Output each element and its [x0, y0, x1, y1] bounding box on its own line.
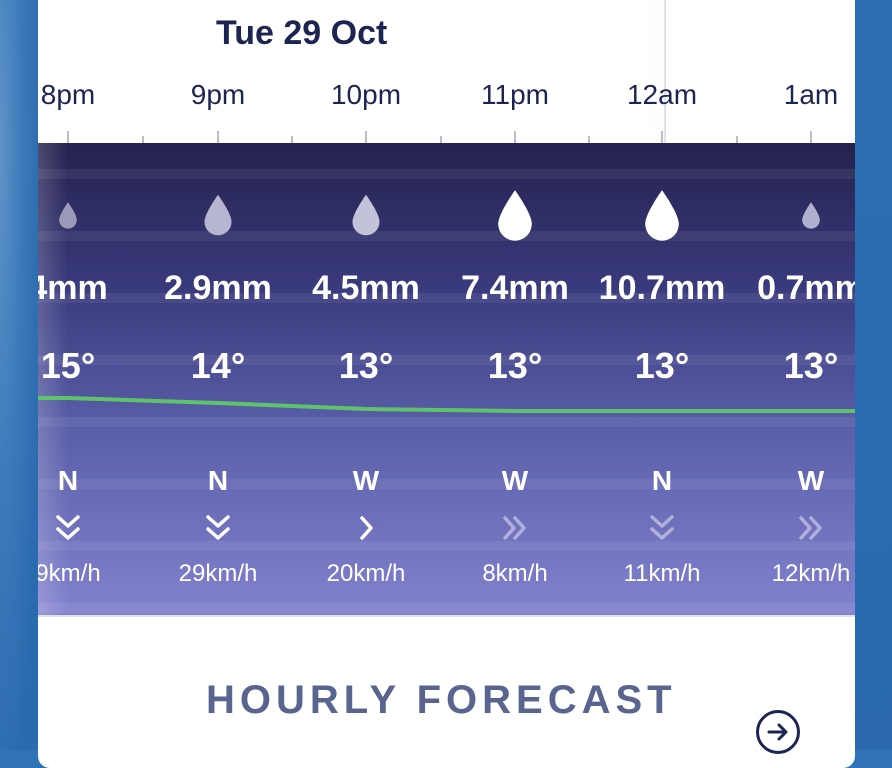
- temperature-value: 15°: [40, 345, 96, 386]
- wind-direction: W: [501, 465, 529, 496]
- time-label: 1am: [783, 79, 839, 110]
- time-label: 11pm: [481, 79, 549, 110]
- raindrop-icon: [349, 193, 383, 242]
- time-label: 9pm: [190, 79, 246, 110]
- wind-speed: 11km/h: [623, 560, 701, 587]
- chevron-down-icon: [204, 513, 232, 548]
- raindrop-icon: [800, 201, 822, 235]
- current-time-indicator: [664, 0, 666, 143]
- raindrop-icon: [201, 193, 235, 242]
- temperature-value: 13°: [634, 345, 690, 386]
- precipitation-amount: 2.9mm: [164, 269, 272, 307]
- precipitation-amount: 10.7mm: [598, 269, 726, 307]
- temperature-value: 13°: [338, 345, 394, 386]
- temperature-value: 14°: [190, 345, 246, 386]
- forecast-card: Tue 29 Oct 8pm 9pm 10pm 11pm 12am 1am 4mm 15° N…: [38, 0, 855, 768]
- half-hour-tick: [439, 136, 442, 143]
- precipitation-chart[interactable]: 4mm 15° N 9km/h 2.9mm 14° N 29km/h 4.5mm 13° W 20km…: [38, 143, 855, 615]
- wind-direction: N: [57, 465, 79, 496]
- time-label: 8pm: [40, 79, 96, 110]
- time-label: 12am: [626, 79, 698, 110]
- wind-speed: 12km/h: [771, 560, 851, 587]
- temperature-value: 13°: [487, 345, 543, 386]
- chevron-right-icon: [797, 513, 825, 548]
- time-label: 10pm: [330, 79, 402, 110]
- wind-speed: 29km/h: [178, 560, 258, 587]
- wind-direction: W: [352, 465, 380, 496]
- raindrop-icon: [494, 188, 536, 248]
- half-hour-tick: [291, 136, 293, 143]
- raindrop-icon: [641, 188, 683, 248]
- chevron-right-icon: [352, 513, 380, 548]
- forecast-date: Tue 29 Oct: [216, 14, 388, 52]
- wind-direction: W: [797, 465, 825, 496]
- chevron-right-icon: [501, 513, 529, 548]
- next-arrow-button[interactable]: [756, 710, 800, 754]
- background-left: [0, 0, 38, 750]
- precipitation-amount: 4.5mm: [312, 269, 420, 307]
- arrow-right-circle-icon: [767, 723, 788, 741]
- precipitation-amount: 4mm: [38, 269, 108, 307]
- precipitation-amount: 0.7mm: [757, 269, 855, 307]
- background-right: [854, 0, 892, 750]
- wind-direction: N: [207, 465, 229, 496]
- temperature-line: [38, 396, 855, 413]
- temperature-value: 13°: [783, 345, 839, 386]
- section-divider: [38, 615, 855, 617]
- hourly-forecast-title: HOURLY FORECAST: [206, 678, 677, 722]
- wind-direction: N: [651, 465, 673, 496]
- half-hour-tick: [142, 136, 144, 143]
- half-hour-tick: [587, 136, 590, 143]
- precipitation-amount: 7.4mm: [461, 269, 569, 307]
- chevron-down-icon: [54, 513, 82, 548]
- chevron-down-icon: [648, 513, 676, 548]
- wind-speed: 20km/h: [326, 560, 406, 587]
- wind-speed: 8km/h: [482, 560, 548, 587]
- raindrop-icon: [57, 201, 79, 235]
- half-hour-tick: [735, 136, 738, 143]
- wind-speed: 9km/h: [38, 560, 101, 587]
